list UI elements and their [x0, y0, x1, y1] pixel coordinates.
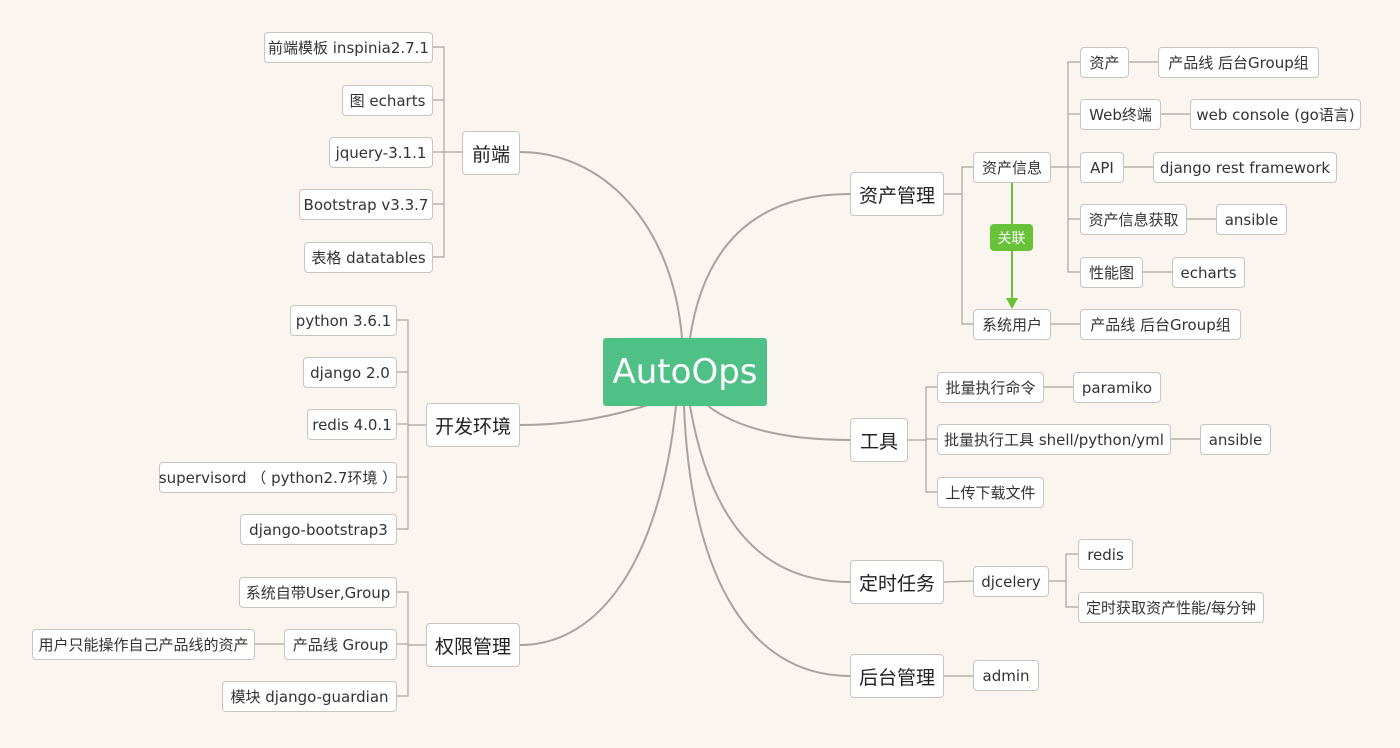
api-node[interactable]: API — [1080, 152, 1124, 183]
link-root-asset — [689, 193, 851, 339]
devenv-redis-node[interactable]: redis 4.0.1 — [307, 409, 397, 440]
devenv-django-bootstrap3-node[interactable]: django-bootstrap3 — [240, 514, 397, 545]
link-cron-stem — [943, 580, 974, 583]
file-transfer-node[interactable]: 上传下载文件 — [937, 477, 1044, 508]
perm-user-group-node[interactable]: 系统自带User,Group — [239, 577, 397, 608]
cron-redis-node[interactable]: redis — [1078, 539, 1133, 570]
devenv-supervisord-node[interactable]: supervisord （ python2.7环境 ） — [159, 462, 397, 493]
frontend-template-node[interactable]: 前端模板 inspinia2.7.1 — [264, 32, 433, 63]
root-node[interactable]: AutoOps — [603, 338, 767, 406]
asset-node[interactable]: 资产 — [1080, 47, 1129, 78]
system-user-detail-node[interactable]: 产品线 后台Group组 — [1080, 309, 1241, 340]
perm-product-group-node[interactable]: 产品线 Group — [284, 629, 397, 660]
perm-guardian-node[interactable]: 模块 django-guardian — [222, 681, 397, 712]
asset-collect-node[interactable]: 资产信息获取 — [1080, 204, 1187, 235]
branch-admin[interactable]: 后台管理 — [850, 654, 944, 698]
batch-command-node[interactable]: 批量执行命令 — [937, 372, 1044, 403]
frontend-echarts-node[interactable]: 图 echarts — [342, 85, 433, 116]
perf-chart-node[interactable]: 性能图 — [1080, 257, 1143, 288]
branch-scheduled-tasks[interactable]: 定时任务 — [850, 560, 944, 604]
asset-ansible-node[interactable]: ansible — [1216, 204, 1287, 235]
relation-tag[interactable]: 关联 — [990, 224, 1033, 251]
devenv-django-node[interactable]: django 2.0 — [303, 357, 397, 388]
django-rest-framework-node[interactable]: django rest framework — [1153, 152, 1337, 183]
web-terminal-node[interactable]: Web终端 — [1080, 99, 1161, 130]
asset-info-node[interactable]: 资产信息 — [973, 152, 1051, 183]
asset-detail-node[interactable]: 产品线 后台Group组 — [1158, 47, 1319, 78]
branch-frontend[interactable]: 前端 — [462, 131, 520, 175]
batch-tool-node[interactable]: 批量执行工具 shell/python/yml — [937, 424, 1171, 455]
cron-perf-node[interactable]: 定时获取资产性能/每分钟 — [1078, 592, 1264, 623]
perm-product-note-node[interactable]: 用户只能操作自己产品线的资产 — [32, 629, 255, 660]
paramiko-node[interactable]: paramiko — [1073, 372, 1161, 403]
branch-tools[interactable]: 工具 — [850, 418, 908, 462]
branch-asset-management[interactable]: 资产管理 — [850, 172, 944, 216]
frontend-bootstrap-node[interactable]: Bootstrap v3.3.7 — [299, 189, 433, 220]
link-root-devenv — [519, 404, 649, 426]
perf-echarts-node[interactable]: echarts — [1172, 257, 1245, 288]
frontend-datatables-node[interactable]: 表格 datatables — [304, 242, 433, 273]
devenv-python-node[interactable]: python 3.6.1 — [290, 305, 397, 336]
link-root-admin — [683, 405, 851, 677]
link-root-tools — [707, 405, 851, 441]
branch-devenv[interactable]: 开发环境 — [426, 403, 520, 447]
admin-node[interactable]: admin — [973, 660, 1039, 691]
frontend-jquery-node[interactable]: jquery-3.1.1 — [329, 137, 433, 168]
branch-permissions[interactable]: 权限管理 — [426, 623, 520, 667]
djcelery-node[interactable]: djcelery — [973, 566, 1049, 597]
relation-arrowhead — [1006, 298, 1018, 309]
link-asset-spine — [961, 166, 973, 325]
mind-map-canvas: AutoOps 前端 前端模板 inspinia2.7.1 图 echarts … — [0, 0, 1400, 748]
tools-ansible-node[interactable]: ansible — [1200, 424, 1271, 455]
link-root-permissions — [519, 405, 677, 646]
web-console-node[interactable]: web console (go语言) — [1190, 99, 1361, 130]
link-root-frontend — [519, 151, 683, 339]
link-djcelery-spine — [1065, 553, 1078, 608]
system-user-node[interactable]: 系统用户 — [973, 309, 1051, 340]
